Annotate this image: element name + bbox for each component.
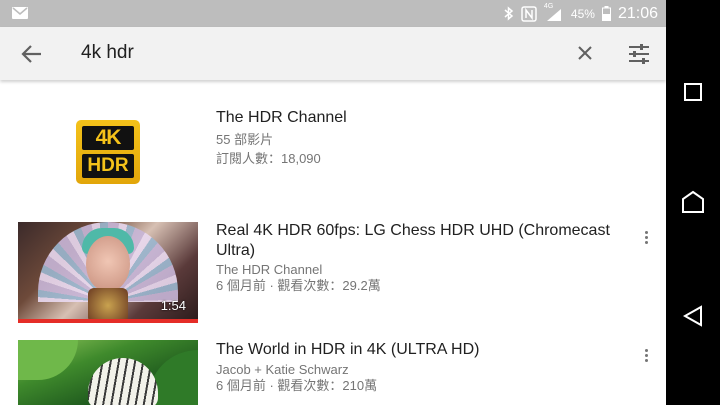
more-options-icon[interactable] [640,347,652,365]
navigation-bar [666,0,720,405]
thumbnail-art [88,288,128,323]
clear-icon[interactable] [574,42,596,64]
thumbnail-art [86,236,130,292]
channel-subscribers: 訂閱人數：18,090 [216,151,321,166]
channel-result[interactable]: 4K HDR The HDR Channel 55 部影片 訂閱人數：18,09… [0,80,666,210]
mail-icon [12,7,28,19]
channel-logo: 4K HDR [76,120,140,184]
thumbnail-art [88,358,158,405]
signal-icon: 4G [544,3,564,22]
video-thumbnail[interactable] [18,340,198,405]
watch-progress-bar [18,319,198,323]
video-duration: 1:54 [160,298,186,313]
nfc-icon [521,5,537,22]
video-title[interactable]: Real 4K HDR 60fps: LG Chess HDR UHD (Chr… [216,221,616,261]
video-title[interactable]: The World in HDR in 4K (ULTRA HD) [216,340,616,360]
battery-percent: 45% [570,6,595,21]
video-stats: 6 個月前 · 觀看次數：210萬 [216,378,378,393]
home-icon[interactable] [681,190,705,214]
bluetooth-icon [504,6,514,21]
filter-icon[interactable] [627,42,651,66]
video-channel: Jacob + Katie Schwarz [216,362,349,377]
search-query[interactable]: 4k hdr [81,42,134,64]
channel-video-count: 55 部影片 [216,132,274,147]
channel-title: The HDR Channel [216,109,347,126]
more-options-icon[interactable] [640,229,652,247]
video-thumbnail[interactable]: 1:54 [18,222,198,323]
recents-icon[interactable] [681,80,705,104]
battery-icon [601,6,611,21]
logo-hdr-text: HDR [82,154,134,178]
search-toolbar: 4k hdr [0,27,666,80]
search-results: 4K HDR The HDR Channel 55 部影片 訂閱人數：18,09… [0,80,666,405]
video-channel: The HDR Channel [216,262,323,277]
status-bar: 4G 45% 21:06 [0,0,666,27]
status-icons: 4G 45% 21:06 [504,0,658,27]
video-stats: 6 個月前 · 觀看次數：29.2萬 [216,278,381,293]
clock: 21:06 [617,4,658,22]
thumbnail-art [18,340,78,380]
logo-4k-text: 4K [82,126,134,150]
back-icon[interactable] [681,304,705,328]
back-arrow-icon[interactable] [20,43,44,65]
